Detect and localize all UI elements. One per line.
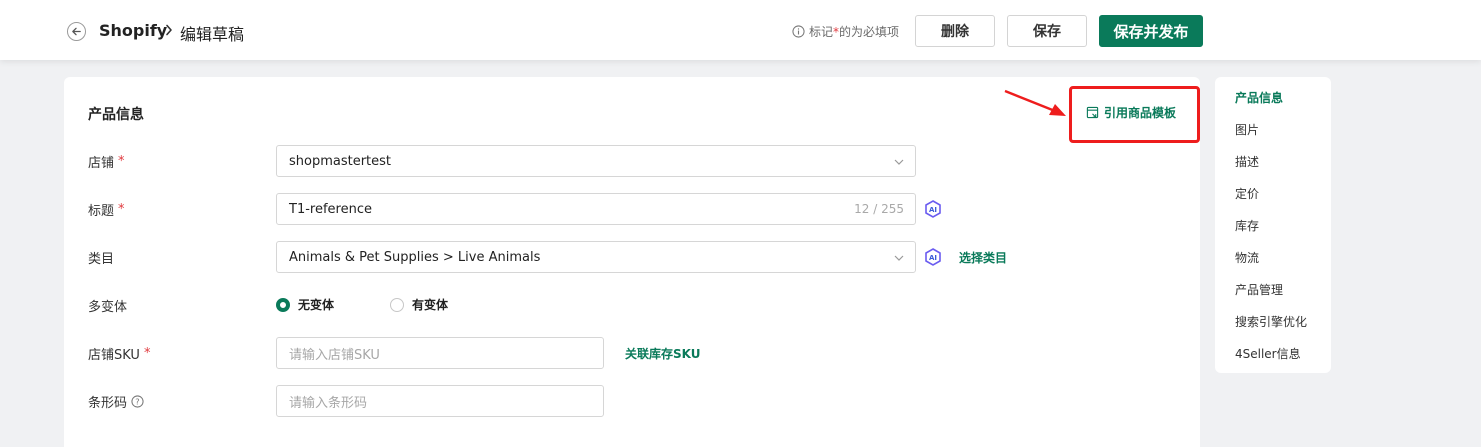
use-product-template-label: 引用商品模板 [1104, 106, 1177, 120]
svg-text:AI: AI [929, 254, 937, 262]
top-bar: Shopify 编辑草稿 标记*的为必填项 删除 保存 保存并发布 [0, 0, 1481, 60]
required-hint: 标记*的为必填项 [792, 23, 899, 40]
nav-item-seo[interactable]: 搜索引擎优化 [1235, 313, 1307, 330]
store-select-value: shopmastertest [289, 153, 392, 169]
delete-button[interactable]: 删除 [915, 15, 995, 47]
no-variant-radio[interactable]: 无变体 [276, 296, 334, 313]
category-label-text: 类目 [88, 252, 115, 267]
store-sku-placeholder: 请输入店铺SKU [289, 347, 380, 363]
store-sku-input[interactable]: 请输入店铺SKU [276, 337, 604, 369]
required-star: * [143, 346, 151, 361]
variants-label: 多变体 [88, 296, 127, 315]
nav-item-description[interactable]: 描述 [1235, 153, 1259, 170]
back-button[interactable] [67, 22, 86, 41]
title-char-counter: 12 / 255 [854, 202, 904, 216]
nav-item-pricing[interactable]: 定价 [1235, 185, 1259, 202]
save-and-publish-button[interactable]: 保存并发布 [1099, 15, 1203, 47]
has-variant-label: 有变体 [412, 298, 449, 312]
choose-category-link[interactable]: 选择类目 [959, 249, 1007, 266]
variants-label-text: 多变体 [88, 300, 128, 315]
title-input-value: T1-reference [289, 201, 372, 217]
required-star: * [118, 154, 125, 169]
info-icon [792, 25, 805, 38]
nav-item-images[interactable]: 图片 [1235, 121, 1259, 138]
link-inventory-sku-link[interactable]: 关联库存SKU [625, 345, 700, 362]
store-select[interactable]: shopmastertest [276, 145, 916, 177]
has-variant-radio[interactable]: 有变体 [390, 296, 448, 313]
arrow-left-icon [72, 27, 81, 36]
store-label-text: 店铺 [88, 156, 115, 171]
barcode-input[interactable]: 请输入条形码 [276, 385, 604, 417]
chevron-right-icon [162, 20, 176, 40]
store-sku-label: 店铺SKU * [88, 344, 150, 363]
page-title: 编辑草稿 [180, 25, 245, 44]
use-product-template-link[interactable]: 引用商品模板 [1086, 104, 1176, 121]
barcode-label-text: 条形码 [88, 396, 128, 411]
store-sku-label-text: 店铺SKU [88, 348, 140, 363]
radio-unchecked-icon [390, 297, 404, 312]
svg-text:AI: AI [929, 206, 937, 214]
nav-item-4seller-info[interactable]: 4Seller信息 [1235, 345, 1301, 362]
title-label-text: 标题 [88, 204, 115, 219]
breadcrumb-root[interactable]: Shopify [99, 21, 167, 40]
title-label: 标题 * [88, 200, 125, 219]
section-title: 产品信息 [88, 107, 144, 123]
nav-item-product-info[interactable]: 产品信息 [1235, 89, 1283, 106]
category-label: 类目 [88, 248, 114, 267]
category-select[interactable]: Animals & Pet Supplies > Live Animals [276, 241, 916, 273]
no-variant-label: 无变体 [298, 298, 335, 312]
ai-icon[interactable]: AI [924, 248, 942, 266]
svg-text:?: ? [135, 397, 139, 407]
store-label: 店铺 * [88, 152, 125, 171]
nav-item-shipping[interactable]: 物流 [1235, 249, 1259, 266]
category-select-value: Animals & Pet Supplies > Live Animals [289, 249, 541, 265]
template-icon [1086, 106, 1099, 119]
barcode-label: 条形码 ? [88, 392, 144, 411]
title-input[interactable]: T1-reference 12 / 255 [276, 193, 916, 225]
required-star: * [118, 202, 125, 217]
ai-icon[interactable]: AI [924, 200, 942, 218]
chevron-down-icon [894, 159, 904, 165]
nav-item-inventory[interactable]: 库存 [1235, 217, 1259, 234]
required-hint-prefix: 标记 [809, 25, 834, 39]
annotation-arrow-icon [1004, 89, 1066, 116]
save-button[interactable]: 保存 [1007, 15, 1087, 47]
barcode-placeholder: 请输入条形码 [289, 395, 368, 411]
help-icon[interactable]: ? [131, 395, 144, 408]
radio-checked-icon [276, 297, 290, 312]
nav-item-product-management[interactable]: 产品管理 [1235, 281, 1283, 298]
required-hint-suffix: 的为必填项 [839, 25, 900, 39]
chevron-down-icon [894, 255, 904, 261]
